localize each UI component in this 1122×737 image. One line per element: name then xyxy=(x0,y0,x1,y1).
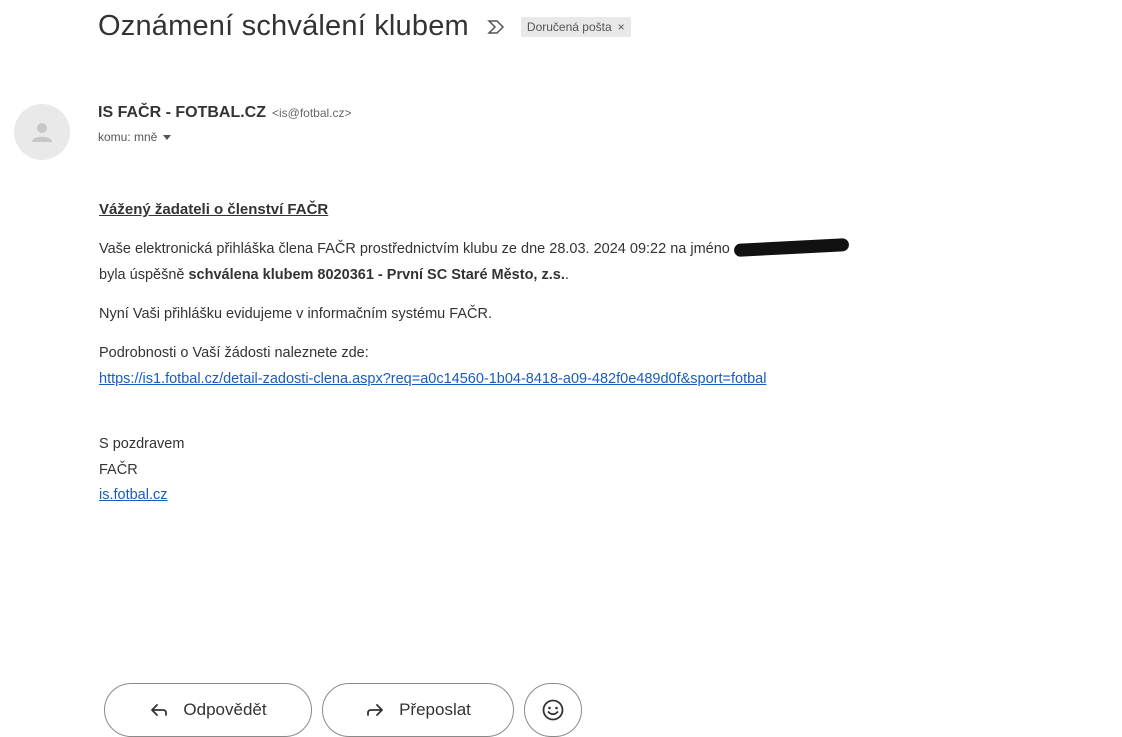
sender-email: <is@fotbal.cz> xyxy=(271,106,352,120)
forward-button[interactable]: Přeposlat xyxy=(322,683,514,737)
email-subject: Oznámení schválení klubem xyxy=(98,10,469,42)
approval-paragraph: Vaše elektronická přihláška člena FAČR p… xyxy=(99,237,1109,288)
approval-text-line1: Vaše elektronická přihláška člena FAČR p… xyxy=(99,241,730,258)
details-paragraph: Podrobnosti o Vaší žádosti naleznete zde… xyxy=(99,341,1109,392)
person-icon xyxy=(32,123,52,142)
registry-paragraph: Nyní Vaši přihlášku evidujeme v informač… xyxy=(99,306,492,322)
importance-marker-icon[interactable] xyxy=(487,19,507,35)
site-link[interactable]: is.fotbal.cz xyxy=(99,483,1109,508)
recipient-details-toggle[interactable]: komu: mně xyxy=(98,130,352,144)
email-body: Vážený žadateli o členství FAČR Vaše ele… xyxy=(99,197,1109,508)
forward-label: Přeposlat xyxy=(399,700,471,719)
detail-link[interactable]: https://is1.fotbal.cz/detail-zadosti-cle… xyxy=(99,371,766,387)
reply-icon xyxy=(151,704,168,716)
label-chip-text: Doručená pošta xyxy=(526,19,612,34)
greeting: Vážený žadateli o členství FAČR xyxy=(99,201,329,218)
signature: S pozdravem FAČR is.fotbal.cz xyxy=(99,432,1109,508)
details-text: Podrobnosti o Vaší žádosti naleznete zde… xyxy=(99,345,369,362)
sender-name: IS FAČR - FOTBAL.CZ xyxy=(98,104,266,121)
closing-text: S pozdravem xyxy=(99,436,185,453)
sender-block: IS FAČR - FOTBAL.CZ <is@fotbal.cz> komu:… xyxy=(98,104,352,144)
approval-text-line2: byla úspěšně xyxy=(99,266,189,283)
signature-org: FAČR xyxy=(99,461,138,478)
label-chip-inbox: Doručená pošta × xyxy=(520,16,631,37)
smiley-icon xyxy=(542,699,564,721)
reply-label: Odpovědět xyxy=(183,700,267,719)
remove-label-icon[interactable]: × xyxy=(618,20,625,34)
approval-period: . xyxy=(564,266,569,283)
redacted-name xyxy=(733,238,850,258)
emoji-reaction-button[interactable] xyxy=(524,683,582,737)
recipient-label: komu: mně xyxy=(98,130,158,144)
chevron-down-icon[interactable] xyxy=(163,134,172,140)
forward-icon xyxy=(367,704,383,716)
sender-avatar xyxy=(14,104,70,160)
sender-line: IS FAČR - FOTBAL.CZ <is@fotbal.cz> xyxy=(98,104,352,122)
subject-row: Oznámení schválení klubem Doručená pošta… xyxy=(98,10,631,43)
approval-club: schválena klubem 8020361 - První SC Star… xyxy=(188,266,565,283)
reply-button[interactable]: Odpovědět xyxy=(104,683,312,737)
action-buttons: Odpovědět Přeposlat xyxy=(104,683,582,737)
